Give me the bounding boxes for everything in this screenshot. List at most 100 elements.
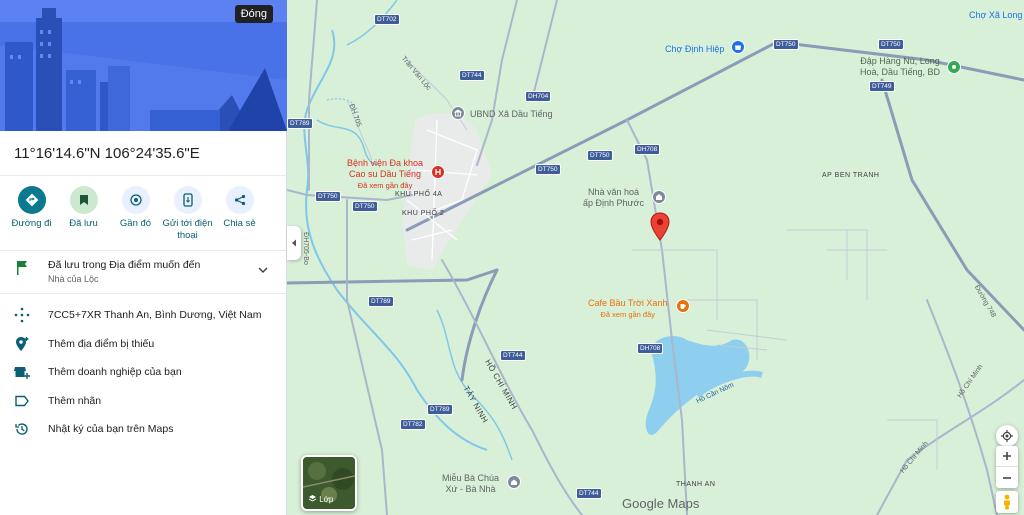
send-to-phone-label: Gửi tới điện thoại: [162, 218, 213, 241]
place-label[interactable]: Miễu Bà Chúa Xứ - Bà Nhà: [442, 473, 499, 495]
add-business-text: Thêm doanh nghiệp của bạn: [48, 366, 182, 378]
send-to-phone-icon: [173, 186, 202, 214]
cafe-icon[interactable]: [676, 299, 690, 313]
flag-icon: [17, 261, 27, 275]
minus-icon: [1003, 476, 1011, 479]
coordinates-title: 11°16'14.6"N 106°24'35.6"E: [14, 145, 200, 162]
layers-text: Lớp: [319, 495, 334, 504]
nearby-label: Gần đó: [119, 218, 152, 229]
my-location-button[interactable]: [996, 425, 1018, 447]
road-shield: DT789: [287, 118, 313, 129]
place-label-line: Miễu Bà Chúa: [442, 473, 500, 483]
place-label-line: Xứ - Bà Nhà: [445, 484, 496, 494]
history-icon: [15, 423, 28, 435]
road-shield: DT750: [315, 191, 341, 202]
directions-button[interactable]: Đường đi: [6, 186, 57, 244]
road-shield: DT782: [400, 419, 426, 430]
street-view-pegman-button[interactable]: [996, 491, 1018, 513]
road-shield: DH704: [525, 91, 552, 102]
plus-icon: [1003, 452, 1011, 460]
road-shield: DT744: [576, 488, 602, 499]
community-center-icon[interactable]: [652, 190, 666, 204]
road-label: ĐH705-Bo: [301, 232, 309, 265]
place-label-line: Cao su Dầu Tiếng: [349, 169, 422, 179]
layers-icon: [308, 495, 317, 502]
road-shield: DT750: [352, 201, 378, 212]
location-pin-icon[interactable]: [649, 212, 671, 242]
action-bar: Đường đi Đã lưu Gần đó Gửi tới điện thoạ…: [0, 176, 286, 250]
add-label-row[interactable]: Thêm nhãn: [0, 394, 286, 423]
area-label: KHU PHỐ 4A: [395, 191, 443, 198]
my-location-icon: [1001, 430, 1013, 442]
road-shield: DT749: [869, 81, 895, 92]
plus-code-row[interactable]: 7CC5+7XR Thanh An, Bình Dương, Việt Nam: [0, 307, 286, 337]
add-business-row[interactable]: Thêm doanh nghiệp của bạn: [0, 365, 286, 394]
bookmark-icon: [69, 186, 98, 214]
place-label[interactable]: Cafe Bầu Trời Xanh Đã xem gần đây: [588, 298, 667, 320]
road-shield: DT750: [535, 164, 561, 175]
shopping-icon[interactable]: [731, 40, 745, 54]
collapse-panel-button[interactable]: [287, 226, 301, 260]
saved-label: Đã lưu: [69, 218, 98, 229]
place-label-line: Cafe Bầu Trời Xanh: [588, 298, 668, 308]
saved-button[interactable]: Đã lưu: [58, 186, 109, 244]
directions-label: Đường đi: [11, 218, 52, 229]
add-place-row[interactable]: Thêm địa điểm bị thiếu: [0, 336, 286, 366]
place-label[interactable]: UBND Xã Dầu Tiếng: [470, 109, 553, 120]
saved-list-subtitle: Nhà của Lộc: [48, 274, 99, 284]
place-label[interactable]: Chợ Xã Long: [969, 10, 1022, 21]
road-shield: DT744: [500, 350, 526, 361]
add-place-text: Thêm địa điểm bị thiếu: [48, 337, 155, 350]
hospital-icon[interactable]: [431, 165, 445, 179]
pegman-icon: [1004, 494, 1010, 510]
google-maps-logo: Google Maps: [622, 496, 700, 511]
road-shield: DT750: [773, 39, 799, 50]
place-label-line: Bệnh viện Đa khoa: [347, 158, 424, 168]
area-label: KHU PHỐ 2: [402, 210, 445, 217]
chevron-left-icon: [292, 239, 296, 247]
layers-label: Lớp: [308, 494, 333, 504]
info-list: 7CC5+7XR Thanh An, Bình Dương, Việt Nam …: [0, 294, 286, 451]
chevron-down-icon[interactable]: [258, 265, 268, 277]
zoom-out-button[interactable]: [996, 467, 1018, 488]
side-panel: Đóng 11°16'14.6"N 106°24'35.6"E Đường đi…: [0, 0, 287, 515]
zoom-controls: [996, 446, 1018, 488]
place-label-line: Nhà văn hoá: [587, 187, 639, 197]
temple-icon[interactable]: [507, 475, 521, 489]
plus-code-text: 7CC5+7XR Thanh An, Bình Dương, Việt Nam: [48, 309, 262, 321]
road-shield: DT789: [427, 404, 453, 415]
place-label-line: Đập Hàng Nù, Long: [860, 56, 940, 66]
add-place-icon: [16, 336, 29, 351]
road-shield: DT750: [878, 39, 904, 50]
road-shield: DT744: [459, 70, 485, 81]
share-label: Chia sẻ: [223, 218, 256, 229]
timeline-row[interactable]: Nhật ký của bạn trên Maps: [0, 422, 286, 451]
map-canvas[interactable]: DT702 DT744 DH704 DT789 DT750 DT750 DT75…: [287, 0, 1024, 515]
place-label[interactable]: Chợ Định Hiệp: [665, 44, 724, 55]
label-icon: [15, 395, 29, 406]
share-button[interactable]: Chia sẻ: [214, 186, 265, 244]
layers-button[interactable]: Lớp: [301, 455, 357, 511]
government-icon[interactable]: [451, 106, 465, 120]
road-shield: DH708: [637, 343, 664, 354]
place-label-line: ấp Định Phước: [583, 198, 644, 208]
saved-list-row[interactable]: Đã lưu trong Địa điểm muốn đến Nhà của L…: [0, 251, 286, 293]
nearby-button[interactable]: Gần đó: [110, 186, 161, 244]
road-shield: DT789: [368, 296, 394, 307]
add-business-icon: [14, 367, 30, 379]
place-label[interactable]: Nhà văn hoá ấp Định Phước: [583, 187, 644, 209]
place-label[interactable]: Bệnh viện Đa khoa Cao su Dầu Tiếng Đã xe…: [347, 158, 423, 191]
nearby-icon: [121, 186, 150, 214]
send-to-phone-button[interactable]: Gửi tới điện thoại: [162, 186, 213, 244]
hero-illustration: Đóng: [0, 0, 287, 131]
place-label[interactable]: Đập Hàng Nù, Long Hoà, Dầu Tiếng, BD: [860, 56, 940, 78]
zoom-in-button[interactable]: [996, 446, 1018, 467]
close-button[interactable]: Đóng: [234, 5, 273, 23]
saved-list-title: Đã lưu trong Địa điểm muốn đến: [48, 259, 201, 271]
recently-viewed-label: Đã xem gần đây: [357, 181, 413, 190]
park-icon[interactable]: [947, 60, 961, 74]
directions-icon: [17, 186, 46, 214]
timeline-text: Nhật ký của bạn trên Maps: [48, 423, 174, 435]
area-label: AP BEN TRANH: [822, 172, 880, 179]
road-shield: DT702: [374, 14, 400, 25]
